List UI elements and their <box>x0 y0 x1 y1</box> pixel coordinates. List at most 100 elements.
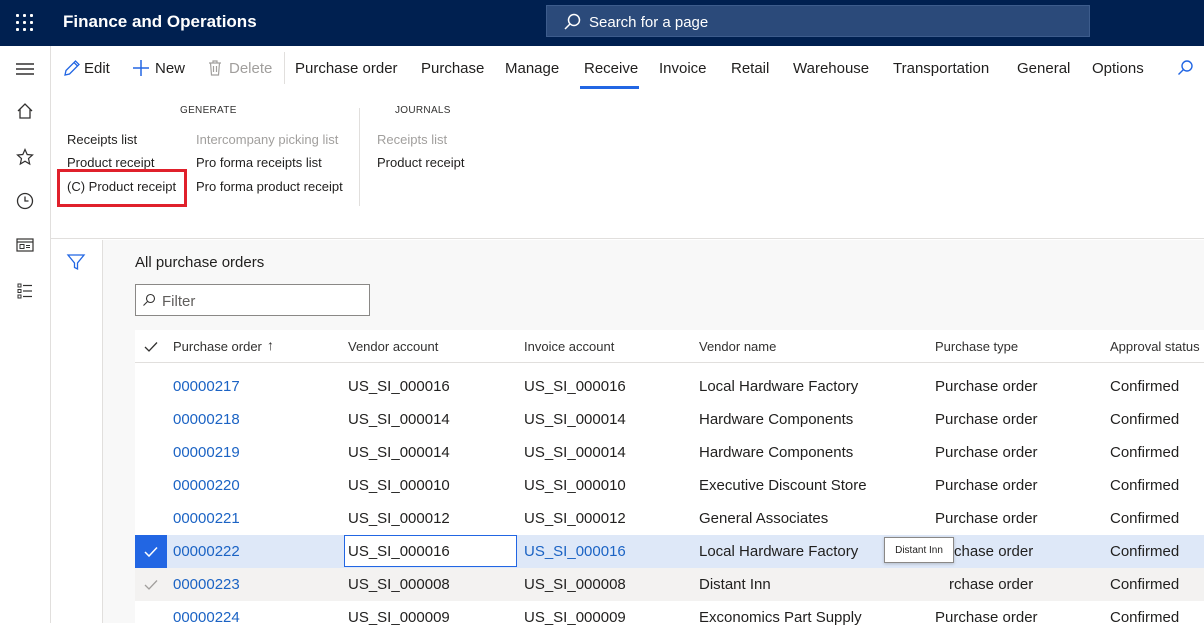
intercompany-picking-list-button[interactable]: Intercompany picking list <box>196 132 338 147</box>
delete-button[interactable]: Delete <box>229 60 272 77</box>
hamburger-icon[interactable] <box>13 57 37 81</box>
invoice-account-cell: US_SI_000009 <box>524 609 626 626</box>
vendor-name-cell: Hardware Components <box>699 411 854 428</box>
tab-manage[interactable]: Manage <box>505 60 559 77</box>
receipts-list-button[interactable]: Receipts list <box>67 132 137 147</box>
tab-purchase-order[interactable]: Purchase order <box>295 60 398 77</box>
filter-input[interactable] <box>162 291 362 311</box>
purchase-order-link[interactable]: 00000221 <box>173 510 240 527</box>
purchase-order-link[interactable]: 00000223 <box>173 576 240 593</box>
check-icon <box>144 579 158 590</box>
pro-forma-receipts-list-button[interactable]: Pro forma receipts list <box>196 155 322 170</box>
search-icon <box>143 293 156 306</box>
journal-receipts-list-button[interactable]: Receipts list <box>377 132 447 147</box>
star-icon[interactable] <box>13 145 37 169</box>
purchase-type-cell: rchase order <box>949 543 1034 560</box>
purchase-type-cell: Purchase order <box>935 609 1038 626</box>
table-row[interactable]: 00000220 US_SI_000010 US_SI_000010 Execu… <box>135 469 1204 502</box>
vendor-name-cell: Exconomics Part Supply <box>699 609 862 626</box>
vendor-account-cell: US_SI_000014 <box>348 444 450 461</box>
table-row-selected[interactable]: 00000222 US_SI_000016 US_SI_000016 Local… <box>135 535 1204 568</box>
vendor-name-cell: Hardware Components <box>699 444 854 461</box>
journal-product-receipt-button[interactable]: Product receipt <box>377 155 464 170</box>
tab-warehouse[interactable]: Warehouse <box>793 60 869 77</box>
check-icon <box>144 341 158 352</box>
table-row[interactable]: 00000223 US_SI_000008 US_SI_000008 Dista… <box>135 568 1204 601</box>
trash-icon <box>209 60 221 76</box>
purchase-order-link[interactable]: 00000224 <box>173 609 240 626</box>
vendor-account-cell[interactable]: US_SI_000016 <box>348 543 450 560</box>
check-icon <box>144 546 158 557</box>
vendor-name-cell: Local Hardware Factory <box>699 543 859 560</box>
list-icon[interactable] <box>13 279 37 303</box>
purchase-order-link[interactable]: 00000219 <box>173 444 240 461</box>
grid-filter-field[interactable] <box>135 284 370 316</box>
vendor-account-cell: US_SI_000016 <box>348 378 450 395</box>
column-header-invoice-account[interactable]: Invoice account <box>524 339 614 354</box>
page-title: All purchase orders <box>135 254 265 271</box>
plus-icon <box>133 60 149 76</box>
invoice-account-cell: US_SI_000012 <box>524 510 626 527</box>
approval-status-cell: Confirmed <box>1110 543 1180 560</box>
tab-options[interactable]: Options <box>1092 60 1144 77</box>
approval-status-cell: Confirmed <box>1110 576 1180 593</box>
column-header-purchase-type[interactable]: Purchase type <box>935 339 1018 354</box>
filter-icon[interactable] <box>66 252 86 272</box>
invoice-account-cell: US_SI_000016 <box>524 378 626 395</box>
tab-purchase[interactable]: Purchase <box>421 60 484 77</box>
invoice-account-cell[interactable]: US_SI_000016 <box>524 543 626 560</box>
tab-invoice[interactable]: Invoice <box>659 60 707 77</box>
invoice-account-cell: US_SI_000010 <box>524 477 626 494</box>
workspace-icon[interactable] <box>13 233 37 257</box>
table-row[interactable]: 00000218 US_SI_000014 US_SI_000014 Hardw… <box>135 403 1204 436</box>
purchase-order-link[interactable]: 00000222 <box>173 543 240 560</box>
purchase-type-cell: Purchase order <box>935 444 1038 461</box>
table-row[interactable]: 00000217 US_SI_000016 US_SI_000016 Local… <box>135 370 1204 403</box>
approval-status-cell: Confirmed <box>1110 609 1180 626</box>
column-header-vendor-name[interactable]: Vendor name <box>699 339 776 354</box>
purchase-type-cell: Purchase order <box>935 477 1038 494</box>
pencil-icon <box>64 60 80 76</box>
table-row[interactable]: 00000221 US_SI_000012 US_SI_000012 Gener… <box>135 502 1204 535</box>
page-search-box[interactable]: Search for a page <box>546 5 1090 37</box>
tab-retail[interactable]: Retail <box>731 60 769 77</box>
new-button[interactable]: New <box>155 60 185 77</box>
pro-forma-product-receipt-button[interactable]: Pro forma product receipt <box>196 179 343 194</box>
select-all-checkbox[interactable] <box>135 330 167 363</box>
invoice-account-cell: US_SI_000008 <box>524 576 626 593</box>
purchase-order-link[interactable]: 00000217 <box>173 378 240 395</box>
column-header-approval-status[interactable]: Approval status <box>1110 339 1200 354</box>
edit-button[interactable]: Edit <box>84 60 110 77</box>
table-row[interactable]: 00000219 US_SI_000014 US_SI_000014 Hardw… <box>135 436 1204 469</box>
column-header-purchase-order[interactable]: Purchase order <box>173 339 262 354</box>
filter-pane <box>51 240 103 623</box>
clock-icon[interactable] <box>13 189 37 213</box>
purchase-order-link[interactable]: 00000220 <box>173 477 240 494</box>
tab-transportation[interactable]: Transportation <box>893 60 989 77</box>
tab-receive[interactable]: Receive <box>584 60 638 77</box>
purchase-type-cell: Purchase order <box>935 510 1038 527</box>
vendor-account-cell: US_SI_000014 <box>348 411 450 428</box>
home-icon[interactable] <box>13 99 37 123</box>
vendor-account-cell: US_SI_000008 <box>348 576 450 593</box>
tab-general[interactable]: General <box>1017 60 1070 77</box>
table-row[interactable]: 00000224 US_SI_000009 US_SI_000009 Excon… <box>135 601 1204 634</box>
approval-status-cell: Confirmed <box>1110 444 1180 461</box>
product-receipt-button[interactable]: Product receipt <box>67 155 154 170</box>
sort-ascending-icon: ↑ <box>267 337 274 353</box>
vendor-account-cell: US_SI_000010 <box>348 477 450 494</box>
approval-status-cell: Confirmed <box>1110 510 1180 527</box>
waffle-icon[interactable] <box>14 12 36 34</box>
purchase-order-link[interactable]: 00000218 <box>173 411 240 428</box>
column-header-vendor-account[interactable]: Vendor account <box>348 339 438 354</box>
action-separator <box>284 52 285 84</box>
purchase-type-cell: Purchase order <box>935 411 1038 428</box>
search-icon[interactable] <box>1176 59 1194 77</box>
vendor-name-cell: General Associates <box>699 510 829 527</box>
row-checkbox[interactable] <box>135 535 167 568</box>
row-checkbox[interactable] <box>135 568 167 601</box>
purchase-orders-grid: Purchase order ↑ Vendor account Invoice … <box>135 330 1204 634</box>
ribbon-separator <box>359 108 360 206</box>
vendor-name-tooltip: Distant Inn <box>884 537 954 563</box>
approval-status-cell: Confirmed <box>1110 378 1180 395</box>
